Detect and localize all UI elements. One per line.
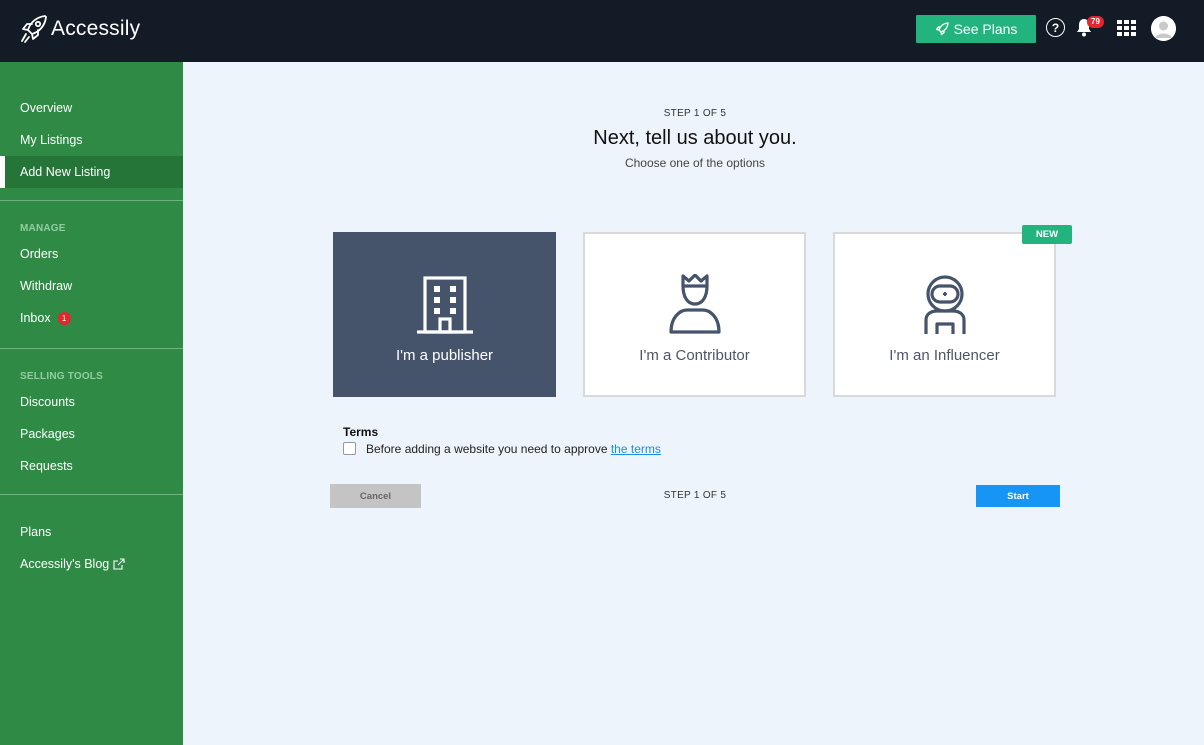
logo[interactable]: Accessily — [20, 14, 140, 44]
step-indicator-top: STEP 1 OF 5 — [663, 108, 727, 119]
sidebar-item-label: Inbox — [20, 311, 51, 325]
sidebar-item-label: Withdraw — [20, 279, 73, 293]
option-label: I'm an Influencer — [889, 347, 1000, 364]
inbox-count-badge: 1 — [57, 311, 71, 325]
sidebar-divider — [0, 494, 183, 495]
option-card-contributor[interactable]: I'm a Contributor — [583, 232, 806, 397]
top-bar: Accessily See Plans ? 79 — [0, 0, 1204, 62]
app-name: Accessily — [51, 17, 141, 40]
cancel-button[interactable]: Cancel — [330, 484, 421, 508]
sidebar-item-withdraw[interactable]: Withdraw — [0, 270, 183, 302]
option-label: I'm a Contributor — [639, 347, 750, 364]
rocket-icon — [21, 15, 47, 43]
option-card-influencer[interactable]: I'm an Influencer — [833, 232, 1056, 397]
new-badge: NEW — [1022, 225, 1072, 244]
sidebar-item-label: My Listings — [20, 133, 83, 147]
start-button[interactable]: Start — [976, 485, 1060, 507]
crowned-person-icon — [668, 274, 721, 334]
section-label-selling-tools: SELLING TOOLS — [20, 371, 103, 382]
sidebar-item-label: Overview — [20, 101, 73, 115]
sidebar-divider — [0, 200, 183, 201]
sidebar-item-overview[interactable]: Overview — [0, 92, 183, 124]
sidebar-item-add-new-listing[interactable]: Add New Listing — [0, 156, 183, 188]
sidebar-item-label: Orders — [20, 247, 59, 261]
sidebar-item-label: Packages — [20, 427, 75, 441]
rocket-icon — [935, 22, 949, 36]
sidebar-item-packages[interactable]: Packages — [0, 418, 183, 450]
page-title: Next, tell us about you. — [593, 127, 797, 149]
sidebar-item-blog[interactable]: Accessily's Blog — [0, 548, 183, 580]
terms-checkbox[interactable] — [343, 442, 356, 455]
sidebar: Overview My Listings Add New Listing MAN… — [0, 62, 183, 745]
section-label-manage: MANAGE — [20, 223, 66, 234]
building-icon — [416, 276, 473, 334]
option-label: I'm a publisher — [395, 347, 494, 364]
see-plans-label: See Plans — [953, 21, 1018, 37]
sidebar-item-orders[interactable]: Orders — [0, 238, 183, 270]
sidebar-divider — [0, 348, 183, 349]
help-icon[interactable]: ? — [1046, 18, 1065, 37]
sidebar-item-plans[interactable]: Plans — [0, 516, 183, 548]
see-plans-button[interactable]: See Plans — [916, 15, 1036, 43]
avatar[interactable] — [1151, 16, 1176, 41]
external-link-icon — [113, 558, 125, 570]
terms-link[interactable]: the terms — [611, 442, 661, 456]
sidebar-item-inbox[interactable]: Inbox 1 — [0, 302, 183, 334]
sidebar-item-my-listings[interactable]: My Listings — [0, 124, 183, 156]
help-symbol: ? — [1051, 20, 1060, 35]
sidebar-item-label: Discounts — [20, 395, 75, 409]
page-subtitle: Choose one of the options — [624, 156, 766, 170]
notification-count-badge: 79 — [1087, 16, 1104, 28]
option-card-publisher[interactable]: I'm a publisher — [333, 232, 556, 397]
sidebar-item-label: Plans — [20, 525, 52, 539]
astronaut-icon — [923, 275, 966, 334]
terms-title: Terms — [343, 425, 379, 439]
sidebar-item-requests[interactable]: Requests — [0, 450, 183, 482]
sidebar-item-label: Accessily's Blog — [20, 557, 110, 571]
terms-text: Before adding a website you need to appr… — [366, 442, 661, 456]
terms-text-body: Before adding a website you need to appr… — [366, 442, 611, 456]
sidebar-item-label: Requests — [20, 459, 73, 473]
apps-grid-icon[interactable] — [1117, 20, 1136, 37]
step-indicator-bottom: STEP 1 OF 5 — [663, 490, 727, 501]
sidebar-item-discounts[interactable]: Discounts — [0, 386, 183, 418]
sidebar-item-label: Add New Listing — [20, 165, 111, 179]
